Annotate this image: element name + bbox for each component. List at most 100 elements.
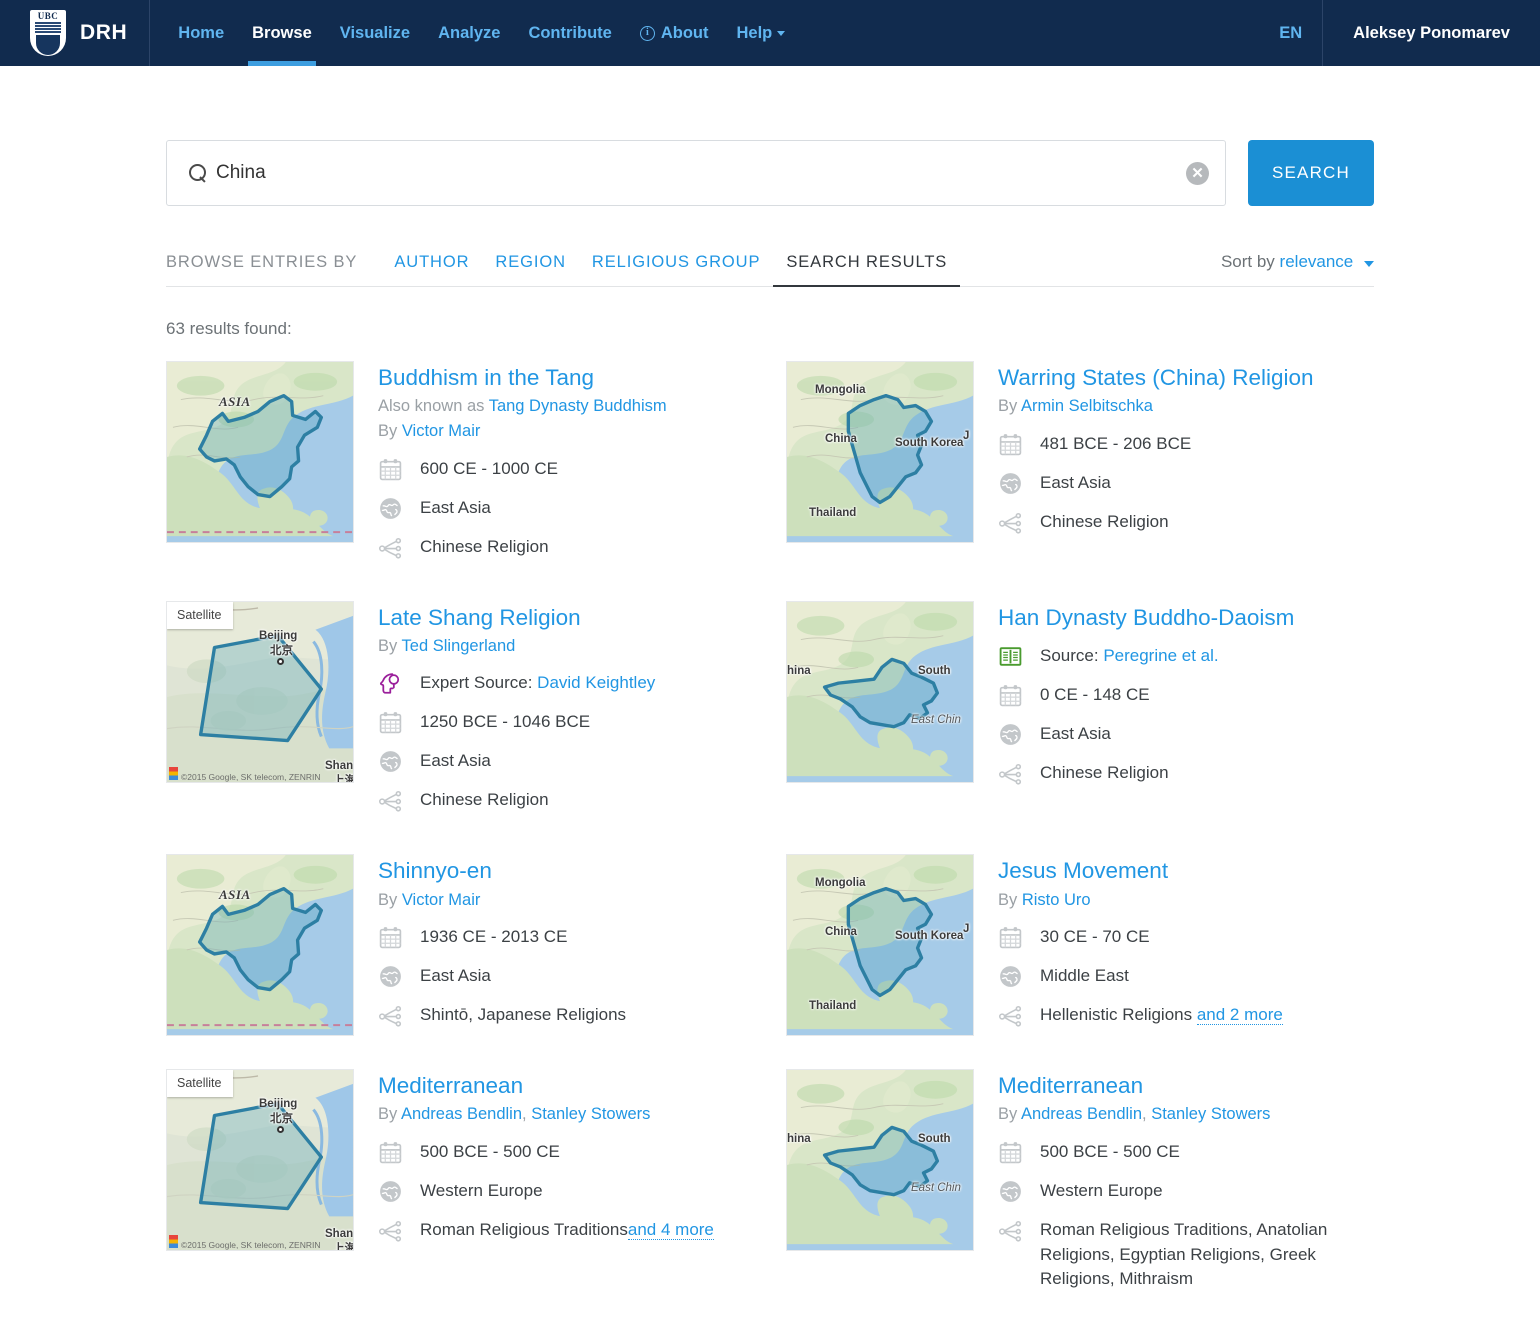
- tab-religious-group[interactable]: RELIGIOUS GROUP: [579, 253, 773, 286]
- meta-row: 600 CE - 1000 CE: [378, 456, 754, 482]
- map-place-label: 北京: [270, 642, 293, 658]
- meta-row: 1936 CE - 2013 CE: [378, 924, 754, 950]
- user-menu[interactable]: Aleksey Ponomarev: [1322, 0, 1540, 66]
- map-thumbnail[interactable]: Beijing北京Shan上海Satellite©2015 Google, SK…: [166, 1069, 354, 1251]
- globe-icon: [378, 749, 404, 774]
- nav-link-browse[interactable]: Browse: [238, 0, 326, 66]
- map-satellite-toggle[interactable]: Satellite: [167, 602, 233, 629]
- map-thumbnail[interactable]: hinaSouthEast Chin: [786, 1069, 974, 1251]
- meta-row: Western Europe: [998, 1178, 1374, 1204]
- meta-value: Middle East: [1040, 966, 1129, 985]
- result-title-link[interactable]: Jesus Movement: [998, 858, 1374, 884]
- author-link[interactable]: Ted Slingerland: [402, 637, 516, 655]
- map-thumbnail[interactable]: Beijing北京Shan上海Satellite©2015 Google, SK…: [166, 601, 354, 783]
- author-link[interactable]: Risto Uro: [1022, 891, 1091, 909]
- network-icon: [378, 788, 404, 813]
- ubc-logo-text: UBC: [38, 11, 59, 21]
- nav-link-label: Visualize: [340, 24, 410, 43]
- map-place-label: East Chin: [911, 714, 961, 726]
- author-link[interactable]: Andreas Bendlin: [1021, 1105, 1142, 1123]
- byline: By Risto Uro: [998, 888, 1374, 913]
- also-known-as: Also known as Tang Dynasty Buddhism: [378, 394, 754, 419]
- map-thumbnail[interactable]: hinaSouthEast Chin: [786, 601, 974, 783]
- nav-link-home[interactable]: Home: [164, 0, 238, 66]
- aka-link[interactable]: Tang Dynasty Buddhism: [489, 397, 667, 415]
- result-meta-list: 481 BCE - 206 BCEEast AsiaChinese Religi…: [998, 431, 1374, 535]
- author-link[interactable]: Armin Selbitschka: [1021, 397, 1153, 415]
- byline-prefix: By: [998, 891, 1022, 909]
- and-more-link[interactable]: and 4 more: [628, 1220, 714, 1240]
- result-title-link[interactable]: Late Shang Religion: [378, 605, 754, 631]
- meta-text: Chinese Religion: [420, 787, 549, 813]
- search-box[interactable]: China ✕: [166, 140, 1226, 206]
- result-title-link[interactable]: Mediterranean: [998, 1073, 1374, 1099]
- search-button[interactable]: SEARCH: [1248, 140, 1374, 206]
- result-card: ASIA Buddhism in the Tang Also known as Ta…: [166, 361, 754, 573]
- tab-search-results[interactable]: SEARCH RESULTS: [773, 253, 960, 286]
- result-title-link[interactable]: Warring States (China) Religion: [998, 365, 1374, 391]
- user-name: Aleksey Ponomarev: [1353, 24, 1510, 43]
- map-thumbnail[interactable]: MongoliaChinaSouth KoreaJThailand: [786, 361, 974, 543]
- result-card: hinaSouthEast ChinHan Dynasty Buddho-Dao…: [786, 601, 1374, 827]
- meta-row: 30 CE - 70 CE: [998, 924, 1374, 950]
- meta-text: East Asia: [1040, 721, 1111, 747]
- meta-value: Source:: [1040, 646, 1103, 665]
- sort-value[interactable]: relevance: [1280, 252, 1354, 271]
- tab-author[interactable]: AUTHOR: [381, 253, 482, 286]
- result-title-link[interactable]: Han Dynasty Buddho-Daoism: [998, 605, 1374, 631]
- author-link[interactable]: Victor Mair: [402, 422, 481, 440]
- language-selector[interactable]: EN: [1259, 0, 1322, 66]
- result-title-link[interactable]: Shinnyo-en: [378, 858, 754, 884]
- meta-text: East Asia: [420, 495, 491, 521]
- meta-text: 0 CE - 148 CE: [1040, 682, 1150, 708]
- nav-link-label: Help: [737, 24, 773, 43]
- result-meta-list: Source: Peregrine et al. 0 CE - 148 CE Eas…: [998, 643, 1374, 786]
- meta-source-link[interactable]: Peregrine et al.: [1103, 646, 1218, 665]
- map-attribution: ©2015 Google, SK telecom, ZENRIN: [181, 772, 321, 782]
- meta-row: East Asia: [998, 721, 1374, 747]
- nav-link-help[interactable]: Help: [723, 0, 800, 66]
- calendar-icon: [998, 1140, 1024, 1165]
- result-title-link[interactable]: Buddhism in the Tang: [378, 365, 754, 391]
- calendar-icon: [998, 925, 1024, 950]
- network-icon: [998, 510, 1024, 535]
- map-thumbnail[interactable]: ASIA: [166, 361, 354, 543]
- tab-region[interactable]: REGION: [482, 253, 579, 286]
- nav-link-analyze[interactable]: Analyze: [424, 0, 514, 66]
- result-title-link[interactable]: Mediterranean: [378, 1073, 754, 1099]
- nav-link-visualize[interactable]: Visualize: [326, 0, 424, 66]
- meta-row: Chinese Religion: [998, 509, 1374, 535]
- byline-prefix: By: [998, 397, 1021, 415]
- browse-entries-by-label: BROWSE ENTRIES BY: [166, 253, 357, 286]
- map-satellite-toggle[interactable]: Satellite: [167, 1070, 233, 1097]
- nav-link-contribute[interactable]: Contribute: [514, 0, 625, 66]
- map-city-marker: [277, 658, 284, 665]
- meta-row: Roman Religious Traditions, Anatolian Re…: [998, 1217, 1374, 1292]
- meta-value: Western Europe: [420, 1181, 543, 1200]
- top-navbar: UBC DRH HomeBrowse Visualize AnalyzeContri…: [0, 0, 1540, 66]
- meta-text: East Asia: [420, 963, 491, 989]
- and-more-link[interactable]: and 2 more: [1197, 1005, 1283, 1025]
- calendar-icon: [378, 457, 404, 482]
- meta-source-link[interactable]: David Keightley: [537, 673, 655, 692]
- clear-search-button[interactable]: ✕: [1186, 162, 1209, 185]
- author-link[interactable]: Stanley Stowers: [1151, 1105, 1270, 1123]
- author-link[interactable]: Victor Mair: [402, 891, 481, 909]
- search-input[interactable]: China: [216, 162, 1186, 184]
- nav-right: EN Aleksey Ponomarev: [1259, 0, 1540, 66]
- result-card: hinaSouthEast ChinMediterraneanBy Andrea…: [786, 1069, 1374, 1305]
- nav-link-about[interactable]: iAbout: [626, 0, 723, 66]
- sort-control[interactable]: Sort by relevance: [1221, 252, 1374, 286]
- map-place-label: South: [918, 665, 951, 677]
- meta-value: Roman Religious Traditions, Anatolian Re…: [1040, 1220, 1327, 1288]
- meta-value: 0 CE - 148 CE: [1040, 685, 1150, 704]
- map-thumbnail[interactable]: ASIA: [166, 854, 354, 1036]
- meta-text: 600 CE - 1000 CE: [420, 456, 558, 482]
- map-thumbnail[interactable]: MongoliaChinaSouth KoreaJThailand: [786, 854, 974, 1036]
- author-link[interactable]: Stanley Stowers: [531, 1105, 650, 1123]
- brand[interactable]: UBC DRH: [0, 0, 150, 66]
- calendar-icon: [378, 710, 404, 735]
- meta-text: Source: Peregrine et al.: [1040, 643, 1219, 669]
- meta-text: Western Europe: [420, 1178, 543, 1204]
- author-link[interactable]: Andreas Bendlin: [401, 1105, 522, 1123]
